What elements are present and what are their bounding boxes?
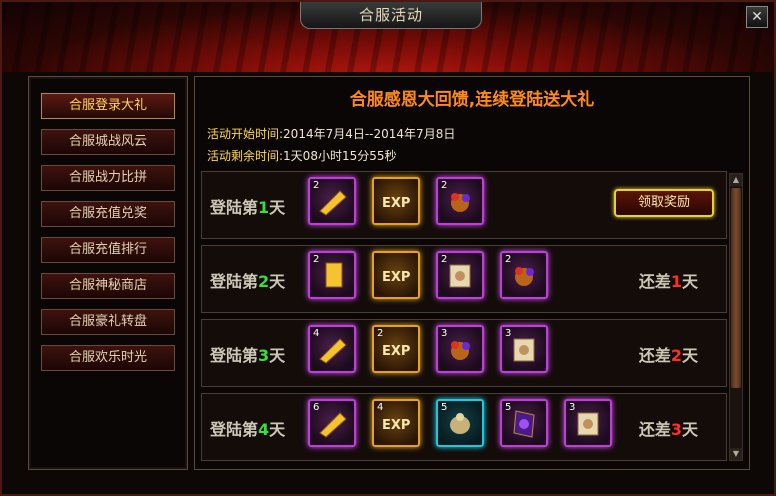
treasure-bundle-icon[interactable]: 2 [436, 177, 484, 225]
day-suffix: 天 [269, 272, 286, 291]
start-time-label: 活动开始时间: [207, 127, 284, 141]
close-button[interactable]: ✕ [746, 6, 768, 28]
scroll-icon[interactable]: 2 [436, 251, 484, 299]
sidebar: 合服登录大礼 合服城战风云 合服战力比拼 合服充值兑奖 合服充值排行 合服神秘商… [28, 76, 188, 470]
day-prefix: 登陆第 [210, 420, 259, 439]
status-suffix: 天 [681, 346, 698, 365]
row-day-label: 登陆第4天 [210, 416, 285, 440]
reward-row-day-1: 登陆第1天 2 EXP 2 领取奖励 [201, 171, 727, 239]
day-prefix: 登陆第 [210, 346, 259, 365]
reward-row-day-3: 登陆第3天 4 2 EXP 3 3 还差2天 [201, 319, 727, 387]
svg-text:EXP: EXP [382, 270, 410, 285]
days-remaining-status: 还差2天 [639, 342, 698, 366]
start-time-value: 2014年7月4日--2014年7月8日 [283, 127, 456, 141]
status-prefix: 还差 [638, 420, 671, 439]
scroll-icon[interactable]: 3 [564, 399, 612, 447]
sidebar-item-login-gift[interactable]: 合服登录大礼 [41, 93, 175, 119]
day-suffix: 天 [269, 198, 286, 217]
status-number: 2 [670, 346, 682, 365]
days-remaining-status: 还差3天 [639, 416, 698, 440]
exp-scroll-icon[interactable]: EXP [372, 251, 420, 299]
treasure-bundle-icon[interactable]: 2 [500, 251, 548, 299]
day-number: 4 [258, 420, 270, 439]
sidebar-item-prize-wheel[interactable]: 合服豪礼转盘 [41, 309, 175, 335]
day-number: 1 [258, 198, 270, 217]
window-header: 合服活动 ✕ [2, 2, 774, 72]
reward-row-day-4: 登陆第4天 6 4 EXP 5 5 3 还差3天 [201, 393, 727, 461]
sidebar-item-mystery-shop[interactable]: 合服神秘商店 [41, 273, 175, 299]
claim-reward-button[interactable]: 领取奖励 [614, 189, 714, 217]
scroll-up-arrow-icon[interactable]: ▲ [730, 174, 742, 186]
row-day-label: 登陆第2天 [210, 268, 285, 292]
row-day-label: 登陆第3天 [210, 342, 285, 366]
exp-scroll-icon[interactable]: 2 EXP [372, 325, 420, 373]
day-number: 3 [258, 346, 270, 365]
event-remaining-time: 活动剩余时间:1天08小时15分55秒 [207, 147, 397, 164]
reward-row-day-2: 登陆第2天 2 EXP 2 2 还差1天 [201, 245, 727, 313]
gold-bar-icon[interactable]: 2 [308, 177, 356, 225]
gold-bar-icon[interactable]: 4 [308, 325, 356, 373]
row-day-label: 登陆第1天 [210, 194, 285, 218]
day-prefix: 登陆第 [210, 272, 259, 291]
exp-scroll-icon[interactable]: EXP [372, 177, 420, 225]
status-suffix: 天 [681, 272, 698, 291]
scroll-down-arrow-icon[interactable]: ▼ [730, 448, 742, 460]
svg-text:EXP: EXP [382, 196, 410, 211]
ore-pouch-icon[interactable]: 5 [436, 399, 484, 447]
main-panel: 合服感恩大回馈,连续登陆送大礼 活动开始时间:2014年7月4日--2014年7… [194, 76, 750, 470]
status-suffix: 天 [681, 420, 698, 439]
exp-scroll-icon[interactable]: 4 EXP [372, 399, 420, 447]
status-prefix: 还差 [638, 346, 671, 365]
svg-text:EXP: EXP [382, 418, 410, 433]
svg-text:EXP: EXP [382, 344, 410, 359]
event-window: 合服活动 ✕ 合服登录大礼 合服城战风云 合服战力比拼 合服充值兑奖 合服充值排… [0, 0, 776, 496]
scroll-icon[interactable]: 3 [500, 325, 548, 373]
scroll-thumb[interactable] [731, 188, 741, 388]
sidebar-item-city-war[interactable]: 合服城战风云 [41, 129, 175, 155]
status-prefix: 还差 [638, 272, 671, 291]
sidebar-item-power-contest[interactable]: 合服战力比拼 [41, 165, 175, 191]
remaining-time-value: 1天08小时15分55秒 [283, 149, 397, 163]
event-start-time: 活动开始时间:2014年7月4日--2014年7月8日 [207, 125, 455, 142]
event-banner: 合服感恩大回馈,连续登陆送大礼 [349, 90, 595, 110]
remaining-time-label: 活动剩余时间: [207, 149, 284, 163]
day-number: 2 [258, 272, 270, 291]
status-number: 1 [670, 272, 682, 291]
days-remaining-status: 还差1天 [639, 268, 698, 292]
window-title: 合服活动 [300, 2, 482, 29]
gold-bar-icon[interactable]: 6 [308, 399, 356, 447]
day-prefix: 登陆第 [210, 198, 259, 217]
sidebar-item-recharge-rewards[interactable]: 合服充值兑奖 [41, 201, 175, 227]
gold-bar-icon[interactable]: 2 [308, 251, 356, 299]
day-suffix: 天 [269, 346, 286, 365]
gem-book-icon[interactable]: 5 [500, 399, 548, 447]
rewards-scrollbar[interactable]: ▲ ▼ [729, 173, 743, 461]
status-number: 3 [670, 420, 682, 439]
treasure-bundle-icon[interactable]: 3 [436, 325, 484, 373]
sidebar-item-happy-time[interactable]: 合服欢乐时光 [41, 345, 175, 371]
sidebar-item-recharge-ranking[interactable]: 合服充值排行 [41, 237, 175, 263]
day-suffix: 天 [269, 420, 286, 439]
